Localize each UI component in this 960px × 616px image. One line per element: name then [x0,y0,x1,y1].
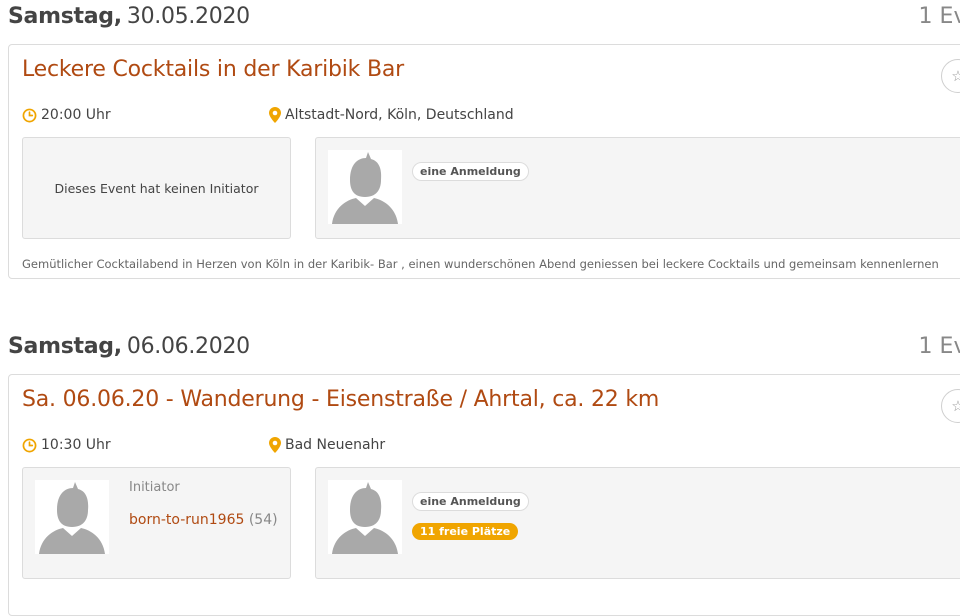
event-time-text: 20:00 Uhr [41,107,111,123]
event-time: 10:30 Uhr [22,437,111,453]
initiator-name: born-to-run1965 (54) [129,512,278,528]
star-icon: ☆ [951,67,960,85]
user-silhouette-icon [332,152,398,224]
day-date: 30.05.2020 [126,4,250,29]
favorite-button[interactable]: ☆ [941,389,960,423]
registrations-badge: eine Anmeldung [412,492,529,511]
initiator-label: Initiator [129,480,180,495]
event-card: Leckere Cocktails in der Karibik Bar ☆ 2… [8,44,960,279]
day-title: Samstag, 06.06.2020 [8,334,250,359]
participants-box: eine Anmeldung [315,137,960,239]
map-pin-icon [269,437,281,453]
day-weekday: Samstag, [8,334,122,359]
event-description: Gemütlicher Cocktailabend in Herzen von … [22,257,939,271]
day-section-2: Samstag, 06.06.2020 1 Eve Sa. 06.06.20 -… [0,330,960,616]
event-location: Altstadt-Nord, Köln, Deutschland [269,107,514,123]
initiator-box: Initiator born-to-run1965 (54) [22,467,291,579]
clock-icon [22,108,37,123]
map-pin-icon [269,107,281,123]
day-event-count: 1 Eve [918,4,960,29]
free-places-badge: 11 freie Plätze [412,523,519,540]
participant-avatar[interactable] [328,150,402,224]
day-section-1: Samstag, 30.05.2020 1 Eve Leckere Cockta… [0,0,960,290]
initiator-box: Dieses Event hat keinen Initiator [22,137,291,239]
day-date: 06.06.2020 [126,334,250,359]
star-icon: ☆ [951,397,960,415]
day-header: Samstag, 30.05.2020 1 Eve [8,0,960,40]
user-silhouette-icon [39,482,105,554]
event-title-link[interactable]: Leckere Cocktails in der Karibik Bar [22,57,404,82]
day-title: Samstag, 30.05.2020 [8,4,250,29]
participant-avatar[interactable] [328,480,402,554]
registrations-badge: eine Anmeldung [412,162,529,181]
event-time: 20:00 Uhr [22,107,111,123]
event-time-text: 10:30 Uhr [41,437,111,453]
user-silhouette-icon [332,482,398,554]
participants-box: eine Anmeldung 11 freie Plätze [315,467,960,579]
initiator-username-link[interactable]: born-to-run1965 [129,512,244,528]
event-location-text[interactable]: Altstadt-Nord, Köln, Deutschland [285,107,514,123]
event-location: Bad Neuenahr [269,437,385,453]
day-weekday: Samstag, [8,4,122,29]
day-event-count: 1 Eve [918,334,960,359]
event-location-text[interactable]: Bad Neuenahr [285,437,385,453]
clock-icon [22,438,37,453]
favorite-button[interactable]: ☆ [941,59,960,93]
event-card: Sa. 06.06.20 - Wanderung - Eisenstraße /… [8,374,960,616]
day-header: Samstag, 06.06.2020 1 Eve [8,330,960,370]
no-initiator-text: Dieses Event hat keinen Initiator [54,180,259,196]
initiator-avatar[interactable] [35,480,109,554]
event-title-link[interactable]: Sa. 06.06.20 - Wanderung - Eisenstraße /… [22,387,659,412]
initiator-age: (54) [248,512,278,528]
